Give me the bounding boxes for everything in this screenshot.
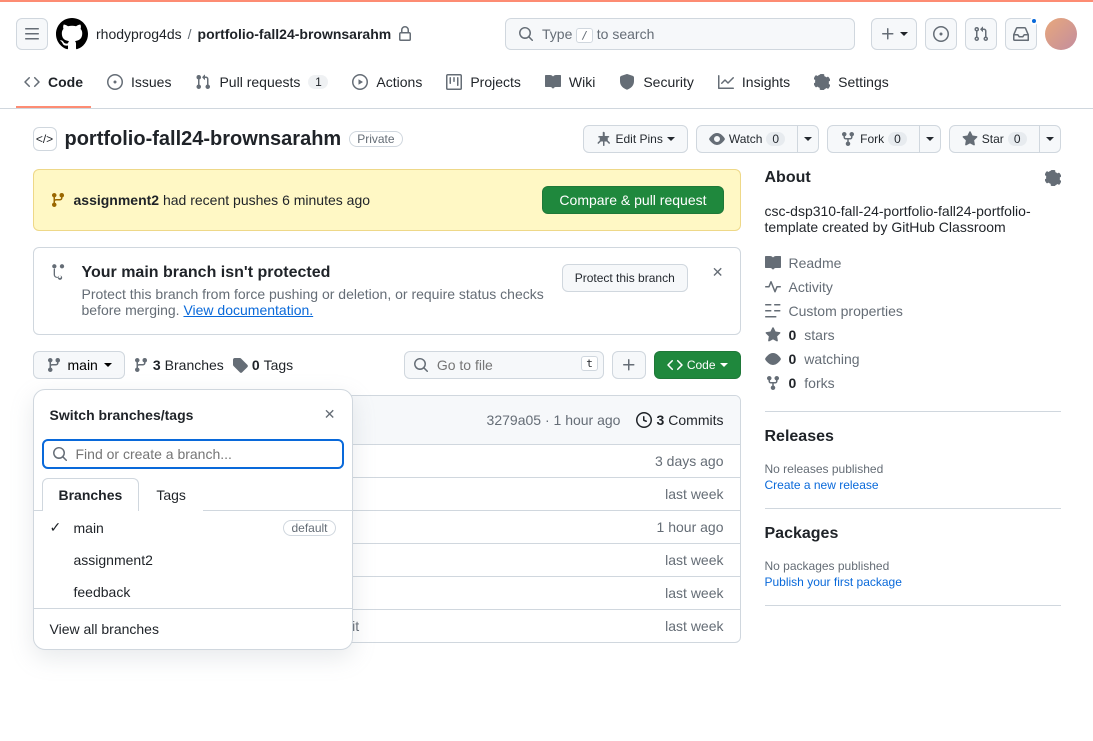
view-docs-link[interactable]: View documentation. [183,302,313,318]
branch-item-feedback[interactable]: feedback [34,576,352,608]
issues-icon-button[interactable] [925,18,957,50]
lock-icon [397,26,413,42]
forks-link[interactable]: 0 forks [765,371,1061,395]
activity-link[interactable]: Activity [765,275,1061,299]
about-heading: About [765,169,1061,187]
branch-icon [50,192,66,208]
popover-tab-branches[interactable]: Branches [42,478,140,511]
tab-insights[interactable]: Insights [710,66,798,108]
fork-dropdown[interactable] [920,125,941,153]
user-avatar[interactable] [1045,18,1077,50]
branches-link[interactable]: 3 Branches [133,357,224,373]
branch-item-main[interactable]: ✓maindefault [34,511,352,544]
releases-heading: Releases [765,428,1061,446]
protect-branch-button[interactable]: Protect this branch [562,264,688,292]
tab-issues[interactable]: Issues [99,66,179,108]
gear-icon[interactable] [1045,170,1061,186]
create-new-button[interactable] [871,18,917,50]
fork-button[interactable]: Fork0 [827,125,920,153]
about-description: csc-dsp310-fall-24-portfolio-fall24-port… [765,203,1061,235]
star-button[interactable]: Star0 [949,125,1040,153]
branch-popover: Switch branches/tags ✕ Branches Tags ✓ma… [33,389,353,650]
pulls-icon-button[interactable] [965,18,997,50]
publish-package-link[interactable]: Publish your first package [765,575,902,589]
view-all-branches[interactable]: View all branches [34,608,352,649]
protect-title: Your main branch isn't protected [82,264,546,282]
tab-wiki[interactable]: Wiki [537,66,603,108]
popover-title: Switch branches/tags [50,407,316,423]
tab-actions[interactable]: Actions [344,66,430,108]
close-icon[interactable]: ✕ [712,264,724,281]
tab-projects[interactable]: Projects [438,66,529,108]
watching-link[interactable]: 0 watching [765,347,1061,371]
star-dropdown[interactable] [1040,125,1061,153]
popover-close-icon[interactable]: ✕ [316,398,344,431]
repo-icon: </> [33,127,57,151]
protect-branch-panel: Your main branch isn't protected Protect… [33,247,741,335]
breadcrumb: rhodyprog4ds / portfolio-fall24-brownsar… [96,26,413,42]
custom-props-link[interactable]: Custom properties [765,299,1061,323]
branch-select-button[interactable]: main [33,351,125,379]
readme-link[interactable]: Readme [765,251,1061,275]
check-icon: ✓ [50,519,66,536]
code-button[interactable]: Code [654,351,741,379]
tab-pulls[interactable]: Pull requests1 [187,66,336,108]
github-logo[interactable] [56,18,88,50]
tags-link[interactable]: 0 Tags [232,357,293,373]
notification-dot [1030,17,1038,25]
inbox-icon-button[interactable] [1005,18,1037,50]
branch-icon [50,264,66,280]
watch-button[interactable]: Watch0 [696,125,798,153]
hamburger-menu[interactable] [16,18,48,50]
popover-tab-tags[interactable]: Tags [139,478,203,511]
search-icon [518,26,534,42]
stars-link[interactable]: 0 stars [765,323,1061,347]
tab-settings[interactable]: Settings [806,66,897,108]
add-file-button[interactable] [612,351,646,379]
page-title: portfolio-fall24-brownsarahm [65,128,342,151]
goto-file-input[interactable] [404,351,604,379]
global-search[interactable]: Type / to search [505,18,855,50]
edit-pins-button[interactable]: Edit Pins [583,125,688,153]
breadcrumb-repo[interactable]: portfolio-fall24-brownsarahm [198,26,392,42]
tab-security[interactable]: Security [611,66,702,108]
compare-pr-button[interactable]: Compare & pull request [542,186,723,214]
create-release-link[interactable]: Create a new release [765,478,879,492]
watch-dropdown[interactable] [798,125,819,153]
tab-code[interactable]: Code [16,66,91,108]
breadcrumb-owner[interactable]: rhodyprog4ds [96,26,182,42]
recent-push-alert: assignment2 had recent pushes 6 minutes … [33,169,741,231]
branch-search-input[interactable] [42,439,344,469]
visibility-badge: Private [349,131,402,147]
commits-link[interactable]: 3 Commits [636,412,723,428]
packages-heading: Packages [765,525,1061,543]
branch-item-assignment2[interactable]: assignment2 [34,544,352,576]
